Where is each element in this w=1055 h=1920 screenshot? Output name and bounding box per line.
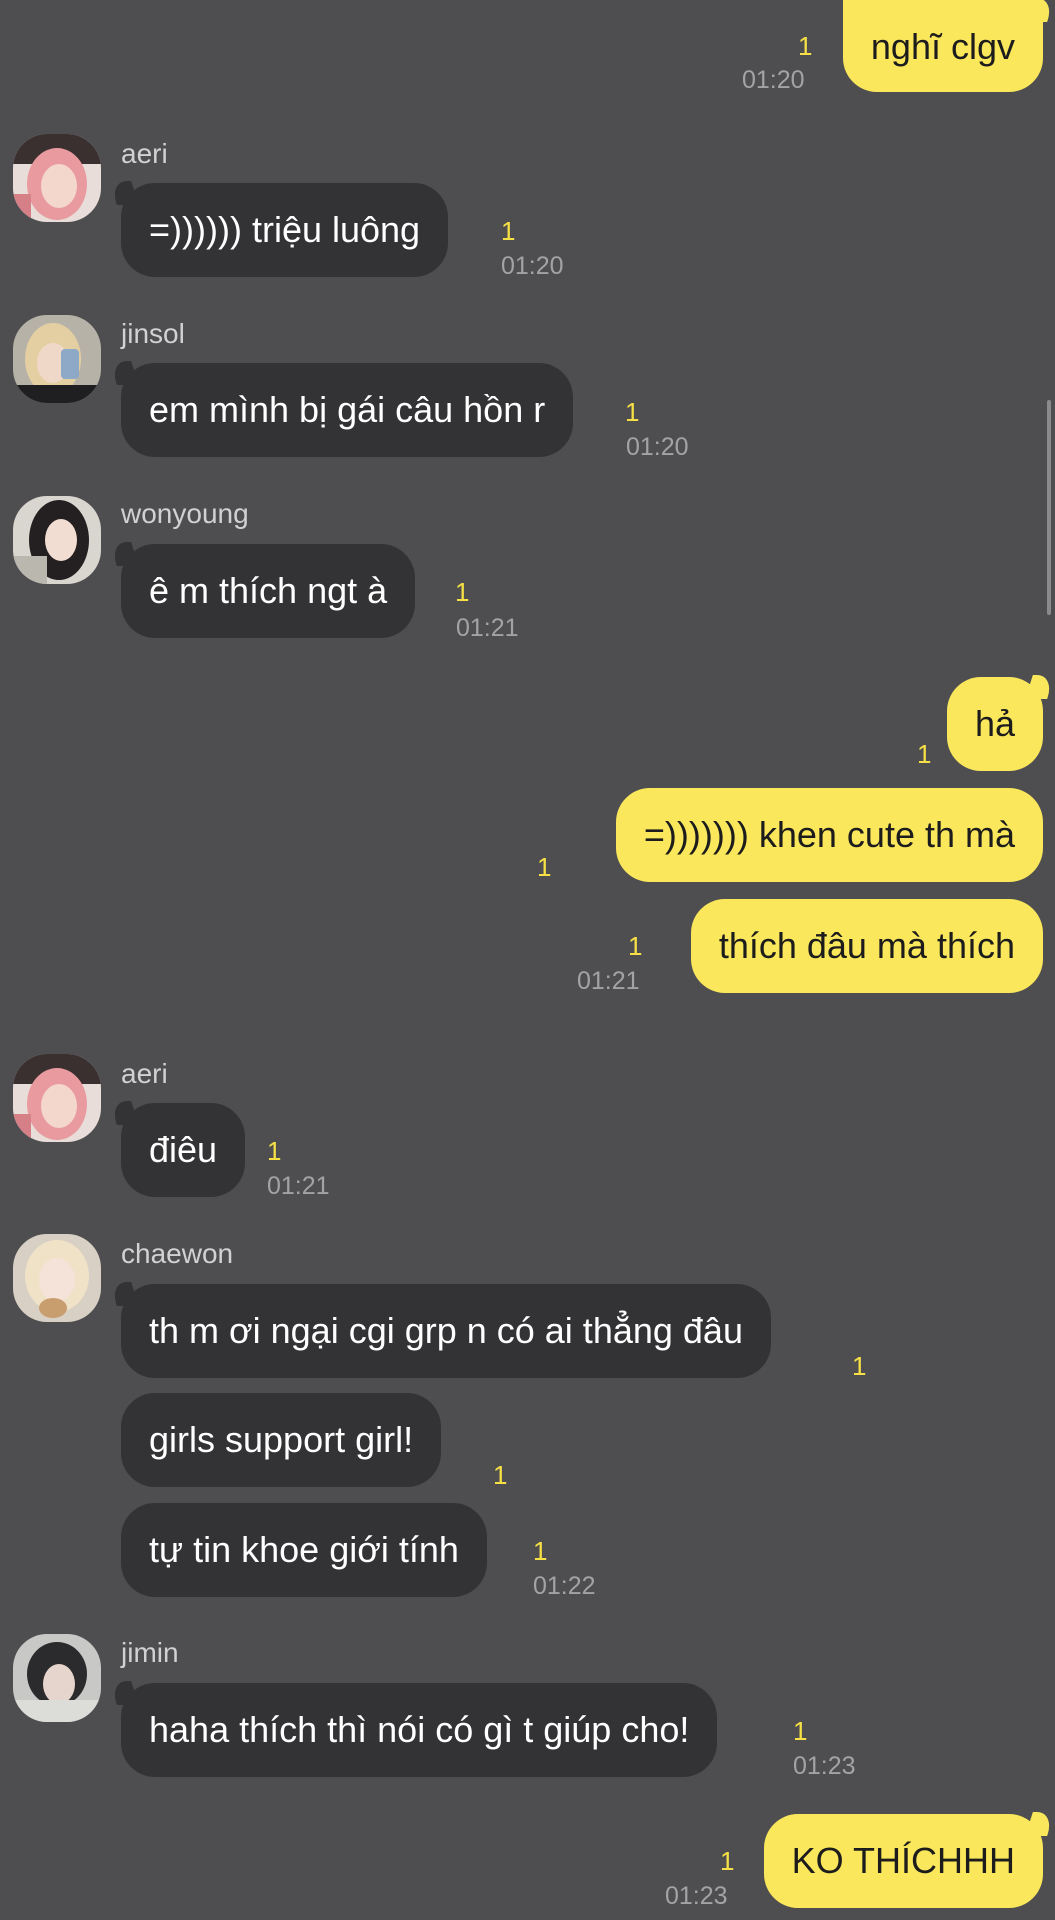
message-text: =)))))) triệu luông (149, 209, 421, 250)
message-time: 01:20 (626, 433, 689, 461)
unread-count: 1 (720, 1846, 735, 1876)
message-time: 01:21 (577, 967, 640, 995)
message-time: 01:22 (533, 1572, 596, 1600)
unread-count: 1 (628, 931, 643, 961)
message-text: hả (974, 703, 1015, 744)
incoming-message[interactable]: điêu (121, 1103, 246, 1197)
message-time: 01:23 (793, 1752, 856, 1780)
unread-count: 1 (533, 1536, 548, 1566)
message-text: KO THÍCHHH (791, 1840, 1015, 1881)
incoming-message[interactable]: haha thích thì nói có gì t giúp cho! (121, 1683, 718, 1777)
unread-count: 1 (798, 31, 813, 61)
message-time: 01:23 (665, 1882, 728, 1910)
unread-count: 1 (455, 577, 470, 607)
avatar-wonyoung[interactable] (13, 496, 101, 584)
message-time: 01:21 (267, 1172, 330, 1200)
scrollbar[interactable] (1047, 400, 1051, 615)
unread-count: 1 (267, 1136, 282, 1166)
avatar-aeri[interactable] (13, 1054, 101, 1142)
outgoing-message[interactable]: KO THÍCHHH (763, 1814, 1043, 1908)
unread-count: 1 (501, 216, 516, 246)
avatar-jimin[interactable] (13, 1634, 101, 1722)
sender-name: jinsol (121, 318, 185, 349)
incoming-message[interactable]: ê m thích ngt à (121, 544, 416, 638)
sender-name: aeri (121, 138, 168, 169)
message-text: ê m thích ngt à (149, 570, 388, 611)
outgoing-message[interactable]: nghĩ clgv (842, 0, 1043, 92)
sender-name: chaewon (121, 1238, 234, 1269)
message-text: tự tin khoe giới tính (149, 1529, 459, 1570)
unread-count: 1 (493, 1460, 508, 1490)
unread-count: 1 (852, 1351, 867, 1381)
outgoing-message[interactable]: =))))))) khen cute th mà (615, 788, 1043, 882)
sender-name: jimin (121, 1637, 179, 1668)
message-text: th m ơi ngại cgi grp n có ai thẳng đâu (149, 1310, 743, 1351)
avatar-aeri[interactable] (13, 134, 101, 222)
incoming-message[interactable]: th m ơi ngại cgi grp n có ai thẳng đâu (121, 1284, 771, 1378)
message-text: thích đâu mà thích (718, 925, 1015, 966)
message-text: em mình bị gái câu hồn r (149, 389, 546, 430)
avatar-jinsol[interactable] (13, 315, 101, 403)
message-text: girls support girl! (149, 1419, 414, 1460)
outgoing-message[interactable]: hả (946, 677, 1043, 771)
message-time: 01:20 (742, 66, 805, 94)
message-time: 01:21 (456, 614, 519, 642)
incoming-message[interactable]: tự tin khoe giới tính (121, 1503, 487, 1597)
incoming-message[interactable]: girls support girl! (121, 1393, 442, 1487)
message-text: điêu (149, 1129, 218, 1170)
unread-count: 1 (917, 739, 932, 769)
incoming-message[interactable]: =)))))) triệu luông (121, 183, 449, 277)
sender-name: wonyoung (121, 498, 249, 529)
unread-count: 1 (625, 397, 640, 427)
unread-count: 1 (537, 852, 552, 882)
avatar-chaewon[interactable] (13, 1234, 101, 1322)
message-text: haha thích thì nói có gì t giúp cho! (149, 1709, 690, 1750)
unread-count: 1 (793, 1716, 808, 1746)
message-text: nghĩ clgv (870, 26, 1015, 67)
incoming-message[interactable]: em mình bị gái câu hồn r (121, 363, 574, 457)
outgoing-message[interactable]: thích đâu mà thích (690, 899, 1043, 993)
message-text: =))))))) khen cute th mà (643, 814, 1015, 855)
message-time: 01:20 (501, 252, 564, 280)
sender-name: aeri (121, 1058, 168, 1089)
